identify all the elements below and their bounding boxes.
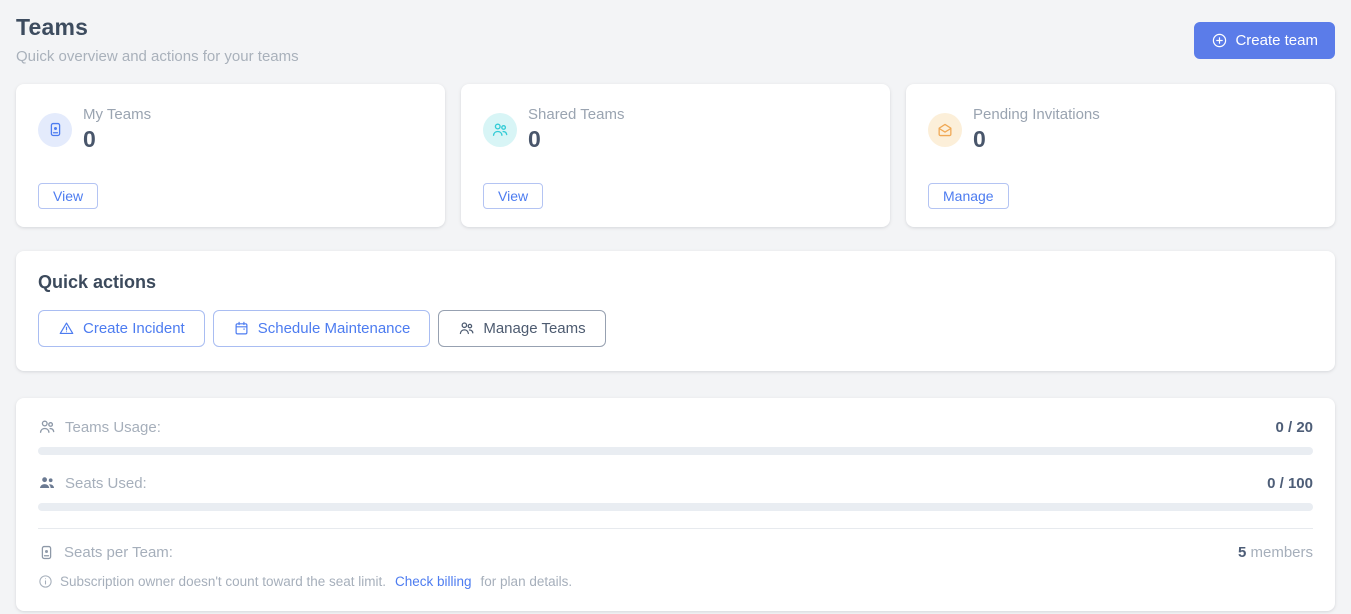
- create-team-button[interactable]: Create team: [1194, 22, 1335, 59]
- seats-per-team-number: 5: [1238, 544, 1246, 561]
- my-teams-card-text: My Teams 0: [83, 106, 151, 153]
- mail-open-icon: [928, 113, 962, 147]
- contact-badge-icon: [38, 113, 72, 147]
- seat-limit-footnote: Subscription owner doesn't count toward …: [38, 574, 1313, 589]
- teams-usage-row: Teams Usage: 0 / 20: [38, 418, 1313, 436]
- seats-used-label: Seats Used:: [65, 475, 147, 492]
- check-billing-link[interactable]: Check billing: [395, 574, 472, 589]
- quick-actions-title: Quick actions: [38, 272, 1313, 293]
- seats-per-team-left: Seats per Team:: [38, 544, 173, 561]
- manage-teams-button[interactable]: Manage Teams: [438, 310, 605, 347]
- my-teams-card: My Teams 0 View: [16, 84, 445, 227]
- seats-per-team-label: Seats per Team:: [64, 544, 173, 561]
- calendar-icon: [233, 320, 250, 337]
- quick-actions-row: Create Incident Schedule Maintenance: [38, 310, 1313, 347]
- teams-usage-value: 0 / 20: [1275, 419, 1313, 436]
- pending-invitations-card-top: Pending Invitations 0: [928, 106, 1313, 153]
- manage-teams-label: Manage Teams: [483, 320, 585, 337]
- seats-used-progressbar: [38, 503, 1313, 511]
- page-header: Teams Quick overview and actions for you…: [16, 14, 1335, 65]
- schedule-maintenance-label: Schedule Maintenance: [258, 320, 411, 337]
- teams-page: Teams Quick overview and actions for you…: [0, 0, 1351, 614]
- seats-per-team-row: Seats per Team: 5 members: [38, 544, 1313, 561]
- shared-teams-card-text: Shared Teams 0: [528, 106, 624, 153]
- schedule-maintenance-button[interactable]: Schedule Maintenance: [213, 310, 431, 347]
- my-teams-card-top: My Teams 0: [38, 106, 423, 153]
- stat-cards-row: My Teams 0 View Shared Teams: [16, 84, 1335, 227]
- pending-invitations-count: 0: [973, 126, 1100, 153]
- shared-teams-view-button[interactable]: View: [483, 183, 543, 209]
- shared-teams-card: Shared Teams 0 View: [461, 84, 890, 227]
- shared-teams-label: Shared Teams: [528, 106, 624, 123]
- quick-actions-panel: Quick actions Create Incident: [16, 251, 1335, 371]
- contact-badge-icon: [38, 544, 55, 561]
- create-team-label: Create team: [1235, 32, 1318, 49]
- usage-panel: Teams Usage: 0 / 20 Seats Used: 0 / 100: [16, 398, 1335, 611]
- usage-divider: [38, 528, 1313, 529]
- teams-usage-progressbar: [38, 447, 1313, 455]
- seats-per-team-value: 5 members: [1238, 544, 1313, 561]
- plus-circle-icon: [1211, 32, 1228, 49]
- seats-used-left: Seats Used:: [38, 474, 147, 492]
- people-outline-icon: [458, 320, 475, 337]
- seats-used-row: Seats Used: 0 / 100: [38, 474, 1313, 492]
- teams-usage-label: Teams Usage:: [65, 419, 161, 436]
- pending-invitations-manage-button[interactable]: Manage: [928, 183, 1009, 209]
- page-title: Teams: [16, 14, 299, 41]
- my-teams-label: My Teams: [83, 106, 151, 123]
- warning-triangle-icon: [58, 320, 75, 337]
- seats-used-value: 0 / 100: [1267, 475, 1313, 492]
- seats-per-team-unit: members: [1250, 544, 1313, 561]
- pending-invitations-card: Pending Invitations 0 Manage: [906, 84, 1335, 227]
- people-group-icon: [483, 113, 517, 147]
- footnote-text: Subscription owner doesn't count toward …: [60, 574, 386, 589]
- pending-invitations-card-text: Pending Invitations 0: [973, 106, 1100, 153]
- create-incident-button[interactable]: Create Incident: [38, 310, 205, 347]
- page-subtitle: Quick overview and actions for your team…: [16, 48, 299, 65]
- footnote-suffix: for plan details.: [481, 574, 573, 589]
- my-teams-count: 0: [83, 126, 151, 153]
- shared-teams-card-top: Shared Teams 0: [483, 106, 868, 153]
- info-circle-icon: [38, 574, 53, 589]
- people-filled-icon: [38, 474, 56, 492]
- teams-usage-left: Teams Usage:: [38, 418, 161, 436]
- page-header-text: Teams Quick overview and actions for you…: [16, 14, 299, 65]
- people-outline-icon: [38, 418, 56, 436]
- create-incident-label: Create Incident: [83, 320, 185, 337]
- shared-teams-count: 0: [528, 126, 624, 153]
- my-teams-view-button[interactable]: View: [38, 183, 98, 209]
- pending-invitations-label: Pending Invitations: [973, 106, 1100, 123]
